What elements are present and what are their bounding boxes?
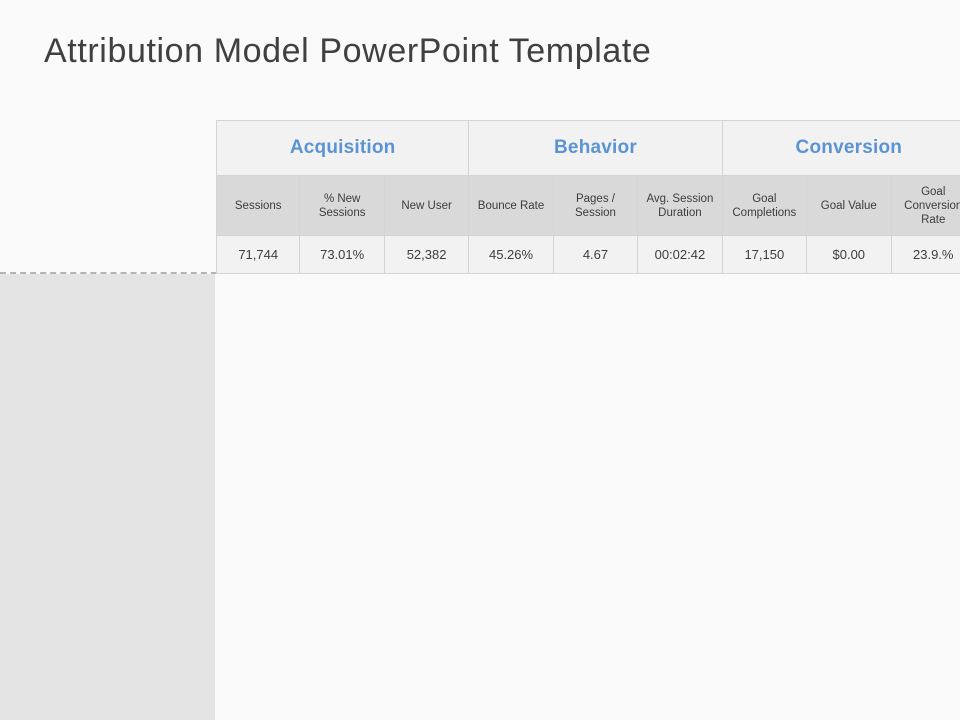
cell-new-user: 52,382 [384,236,470,274]
cell-avg-session-duration: 00:02:42 [638,236,723,274]
column-header-goal-value: Goal Value [807,176,892,236]
page-title: Attribution Model PowerPoint Template [44,32,652,70]
cell-goal-value: $0.00 [807,236,892,274]
column-header-new-user: New User [384,176,470,236]
column-header-percent-new-sessions: % New Sessions [300,176,385,236]
table-column-header-row: Sessions % New Sessions New User Bounce … [216,176,960,236]
column-header-goal-conversion-rate: Goal Conversion Rate [891,176,960,236]
left-side-panel [0,274,215,720]
slide-canvas: Attribution Model PowerPoint Template Ac… [0,0,960,720]
group-header-acquisition: Acquisition [216,120,470,176]
group-header-behavior: Behavior [469,120,723,176]
table-row: 71,744 73.01% 52,382 45.26% 4.67 00:02:4… [216,236,960,274]
cell-pages-per-session: 4.67 [553,236,639,274]
cell-goal-conversion-rate: 23.9.% [891,236,960,274]
column-header-avg-session-duration: Avg. Session Duration [638,176,723,236]
metrics-table: Acquisition Behavior Conversion Sessions… [216,120,960,274]
column-header-pages-per-session: Pages / Session [553,176,639,236]
column-header-goal-completions: Goal Completions [722,176,808,236]
cell-sessions: 71,744 [216,236,301,274]
cell-goal-completions: 17,150 [722,236,808,274]
column-header-bounce-rate: Bounce Rate [469,176,554,236]
group-header-conversion: Conversion [722,120,960,176]
cell-bounce-rate: 45.26% [469,236,554,274]
cell-percent-new-sessions: 73.01% [300,236,385,274]
column-header-sessions: Sessions [216,176,301,236]
table-group-header-row: Acquisition Behavior Conversion [216,120,960,176]
